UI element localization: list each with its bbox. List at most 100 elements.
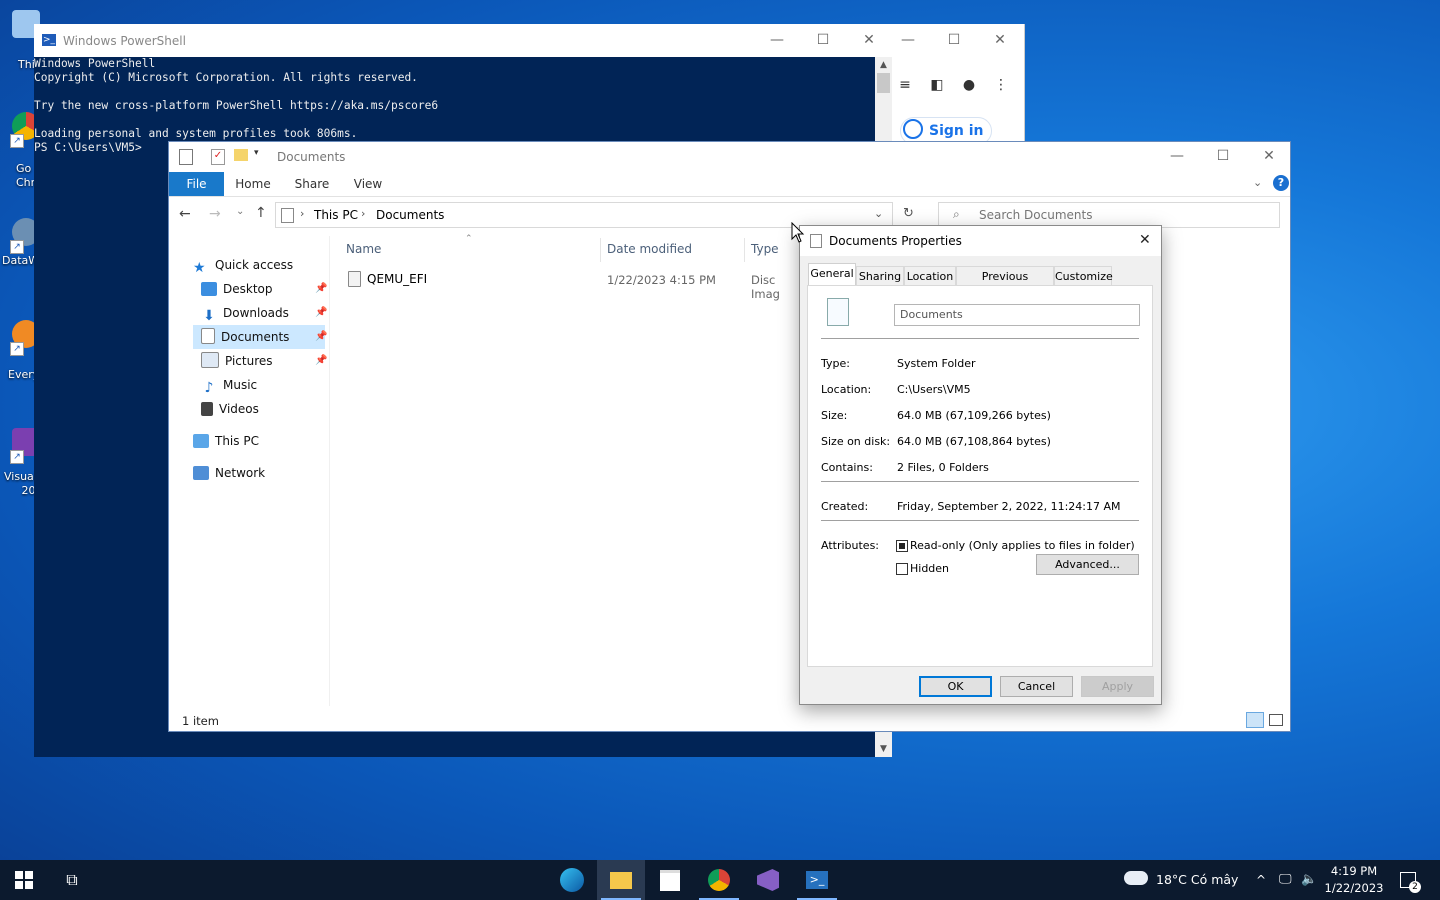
column-header-date-modified[interactable]: Date modified [607,242,692,256]
folder-icon[interactable] [234,149,248,161]
close-button[interactable]: ✕ [1139,232,1151,248]
tab-location[interactable]: Location [904,266,956,285]
column-header-type[interactable]: Type [751,242,779,256]
column-divider[interactable] [744,238,745,262]
weather-text[interactable]: 18°C Có mây [1156,860,1238,900]
refresh-icon[interactable]: ↻ [903,206,914,221]
maximize-button[interactable]: ☐ [800,24,846,57]
tab-customize[interactable]: Customize [1054,266,1113,285]
large-icons-view-icon[interactable] [1269,714,1283,726]
tab-previous-versions[interactable]: Previous Versions [956,266,1054,302]
desktop-icon-label: Visual 20 [4,470,37,497]
taskbar-visual-studio[interactable] [744,860,792,900]
apply-button[interactable]: Apply [1081,676,1154,697]
pictures-icon [201,352,219,368]
properties-icon[interactable] [179,149,193,165]
chevron-up-icon[interactable]: ^ [1256,860,1266,900]
properties-dialog[interactable]: Documents Properties ✕ General Sharing L… [799,225,1162,705]
dialog-titlebar[interactable]: Documents Properties ✕ [800,226,1161,256]
nav-downloads[interactable]: ⬇ Downloads 📌 [201,301,327,325]
network-icon[interactable]: 🖵 [1279,860,1292,900]
back-arrow-icon[interactable]: ← [179,206,191,222]
nav-network[interactable]: Network [193,461,265,485]
scroll-thumb[interactable] [877,73,890,93]
column-divider[interactable] [600,238,601,262]
nav-desktop[interactable]: Desktop 📌 [201,277,327,301]
file-row[interactable]: QEMU_EFI 1/22/2023 4:15 PM Disc Imag [341,268,801,301]
pin-icon[interactable]: 📌 [315,277,327,301]
pane-divider[interactable] [329,236,330,706]
minimize-button[interactable]: — [1154,140,1200,173]
profile-icon[interactable]: ● [958,74,980,96]
maximize-button[interactable]: ☐ [1200,140,1246,173]
system-clock[interactable]: 4:19 PM 1/22/2023 [1318,863,1390,897]
forward-arrow-icon[interactable]: → [209,206,221,222]
nav-documents[interactable]: Documents 📌 [193,325,327,349]
nav-videos[interactable]: Videos [201,397,259,421]
pin-icon[interactable]: 📌 [315,301,327,325]
folder-name-field[interactable]: Documents [894,304,1140,326]
taskbar-powershell[interactable]: >_ [793,860,841,900]
weather-cloud-icon[interactable] [1124,871,1148,885]
nav-quick-access[interactable]: ★ Quick access [193,253,293,277]
recent-locations-icon[interactable]: ⌄ [236,206,244,217]
minimize-button[interactable]: — [754,24,800,57]
reading-list-icon[interactable]: ≡ [894,74,916,96]
details-view-icon[interactable] [1246,712,1264,728]
tab-sharing[interactable]: Sharing [856,266,904,285]
chevron-down-icon[interactable]: ⌄ [874,207,883,220]
tab-file[interactable]: File [169,172,224,196]
pin-icon[interactable]: 📌 [315,349,327,373]
nav-this-pc[interactable]: This PC [193,429,259,453]
desktop-icon-visual-studio[interactable]: ↗ Visual 20 [0,428,40,498]
taskbar-file-explorer[interactable] [597,860,645,900]
contains-value: 2 Files, 0 Folders [897,461,989,474]
advanced-button[interactable]: Advanced... [1036,554,1139,575]
tab-view[interactable]: View [349,172,387,196]
nav-label: Pictures [225,354,273,368]
start-button[interactable] [0,860,48,900]
desktop-icon-this-pc[interactable]: Thi [0,10,40,80]
close-button[interactable]: ✕ [978,28,1022,52]
powershell-titlebar[interactable]: >_ Windows PowerShell — ☐ ✕ [34,24,892,57]
taskbar-chrome[interactable] [695,860,743,900]
chevron-down-icon[interactable]: ⌄ [1253,176,1262,189]
desktop-icon-label: Thi [18,58,35,71]
desktop-icon-datawarehouse[interactable]: ↗ DataW [0,218,40,288]
help-icon[interactable]: ? [1273,175,1289,191]
read-only-checkbox[interactable] [896,540,908,552]
scroll-up-icon[interactable]: ▲ [875,57,892,73]
nav-music[interactable]: ♪ Music [201,373,258,397]
maximize-button[interactable]: ☐ [932,28,976,52]
type-label: Type: [821,357,850,370]
task-view-button[interactable]: ⧉ [48,860,96,900]
pin-icon[interactable]: 📌 [315,325,327,349]
tab-share[interactable]: Share [291,172,333,196]
minimize-button[interactable]: — [886,28,930,52]
close-button[interactable]: ✕ [1246,140,1292,173]
tab-general[interactable]: General [808,263,856,286]
checkmark-icon[interactable]: ✓ [211,149,225,165]
taskbar-edge[interactable] [548,860,596,900]
navigation-pane: ★ Quick access Desktop 📌 ⬇ Downloads 📌 Docum… [169,242,329,702]
cancel-button[interactable]: Cancel [1000,676,1073,697]
hidden-checkbox[interactable] [896,563,908,575]
side-panel-icon[interactable]: ◧ [926,74,948,96]
scroll-down-icon[interactable]: ▼ [875,741,892,757]
browser-window[interactable]: — ☐ ✕ ≡ ◧ ● ⋮ Sign in [892,24,1025,145]
chevron-down-icon[interactable]: ▾ [254,148,259,158]
ok-button[interactable]: OK [919,676,992,697]
up-arrow-icon[interactable]: ↑ [255,205,267,221]
more-menu-icon[interactable]: ⋮ [990,74,1012,96]
read-only-label: Read-only (Only applies to files in fold… [910,539,1135,552]
tab-home[interactable]: Home [231,172,275,196]
taskbar-store[interactable] [646,860,694,900]
breadcrumb-this-pc[interactable]: This PC [314,208,358,222]
volume-icon[interactable]: 🔈 [1301,860,1317,900]
nav-pictures[interactable]: Pictures 📌 [201,349,327,373]
breadcrumb-documents[interactable]: Documents [376,208,444,222]
desktop-icon-everything[interactable]: ↗ Every [0,320,40,390]
explorer-titlebar[interactable]: ✓ ▾ Documents — ☐ ✕ [169,142,1290,172]
desktop-icon-chrome[interactable]: ↗ Go Chr [0,112,40,189]
column-header-name[interactable]: Name [346,242,381,256]
